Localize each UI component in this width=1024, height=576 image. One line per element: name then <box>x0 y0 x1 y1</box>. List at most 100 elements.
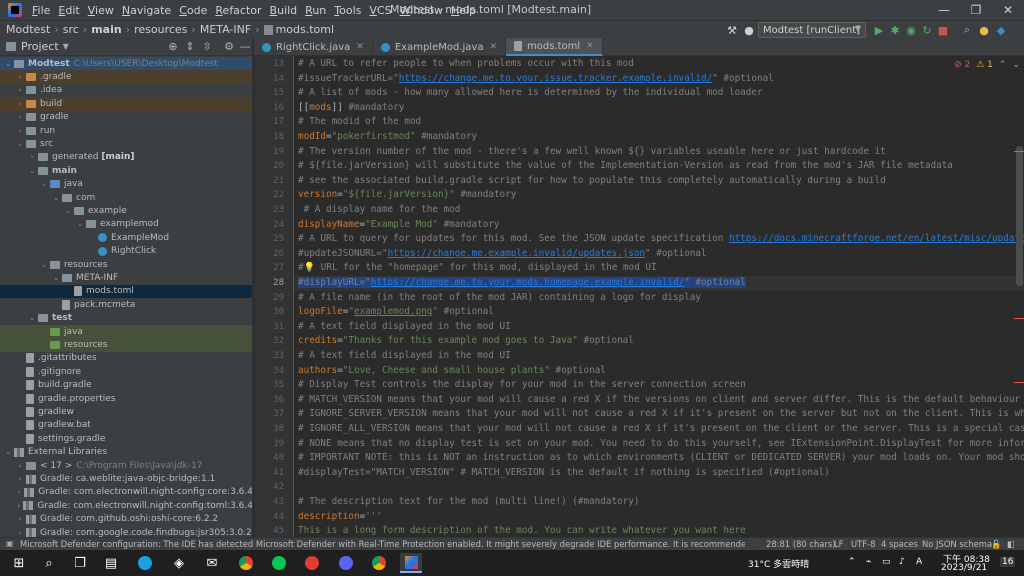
code-line[interactable]: # NONE means that no display test is set… <box>298 437 1024 452</box>
code-line[interactable]: # see the associated build.gradle script… <box>298 174 886 189</box>
breadcrumb-item[interactable]: src <box>63 23 79 36</box>
line-number[interactable]: 21 <box>254 176 284 186</box>
windows-start-icon[interactable]: ⊞ <box>8 553 30 573</box>
store-icon[interactable]: ◈ <box>168 553 190 573</box>
search-icon[interactable]: ⌕ <box>38 553 60 573</box>
restore-button[interactable]: ❐ <box>961 0 991 20</box>
hide-icon[interactable]: — <box>238 40 252 54</box>
code-line[interactable]: # The modid of the mod <box>298 115 421 130</box>
line-app-icon[interactable] <box>268 553 290 573</box>
clock-date[interactable]: 2023/9/21 <box>941 563 987 573</box>
tree-item[interactable]: › Gradle: com.electronwill.night-config:c… <box>0 486 252 499</box>
error-stripe-marker[interactable] <box>1014 151 1024 152</box>
chevron-down-icon[interactable]: ⌄ <box>28 314 36 322</box>
line-number[interactable]: 15 <box>254 88 284 98</box>
chevron-up-icon[interactable]: ⌃ <box>999 60 1007 70</box>
tree-item[interactable]: ⌄ com <box>0 191 252 204</box>
tree-item[interactable]: gradle.properties <box>0 392 252 405</box>
tree-item[interactable]: pack.mcmeta <box>0 298 252 311</box>
tree-item[interactable]: ⌄ main <box>0 164 252 177</box>
line-number[interactable]: 29 <box>254 293 284 303</box>
project-panel-title[interactable]: Project <box>21 40 59 53</box>
build-hammer-icon[interactable]: ⚒ <box>725 23 739 37</box>
minimize-button[interactable]: — <box>929 0 959 20</box>
tree-item[interactable]: › Gradle: com.google.code.findbugs:jsr305… <box>0 526 252 537</box>
code-line[interactable]: This is a long form description of the m… <box>298 524 746 537</box>
discord-icon[interactable] <box>335 553 357 573</box>
tree-item[interactable]: › .gradle <box>0 70 252 84</box>
stop-icon[interactable]: ■ <box>936 23 950 37</box>
chrome-icon[interactable] <box>368 553 390 573</box>
line-number[interactable]: 22 <box>254 190 284 200</box>
edge-icon[interactable] <box>134 553 156 573</box>
line-number[interactable]: 14 <box>254 74 284 84</box>
close-icon[interactable]: ✕ <box>356 42 364 52</box>
chevron-down-icon[interactable]: ⌄ <box>16 140 24 148</box>
close-icon[interactable]: ✕ <box>586 41 594 51</box>
chevron-right-icon[interactable]: › <box>16 73 24 81</box>
line-number[interactable]: 34 <box>254 366 284 376</box>
line-number[interactable]: 42 <box>254 482 284 492</box>
run-icon[interactable]: ▶ <box>872 23 886 37</box>
line-number[interactable]: 27 <box>254 263 284 273</box>
error-stripe-marker[interactable] <box>1014 382 1024 383</box>
search-icon[interactable]: ⌕ <box>960 23 974 37</box>
chevron-down-icon[interactable]: ⌄ <box>40 261 48 269</box>
chevron-right-icon[interactable]: › <box>16 86 24 94</box>
tree-item[interactable]: › .idea <box>0 84 252 97</box>
line-separator[interactable]: LF <box>834 539 843 549</box>
inspection-widget[interactable]: ⊘ 2 ⚠ 1 ⌃ ⌄ <box>954 60 1020 70</box>
tree-item[interactable]: › build <box>0 97 252 111</box>
line-number[interactable]: 26 <box>254 249 284 259</box>
code-line[interactable]: version="${file.jarVersion}" #mandatory <box>298 188 516 203</box>
tray-expand-icon[interactable]: ⌃ <box>848 557 856 567</box>
code-line[interactable]: # A URL to refer people to when problems… <box>298 57 634 72</box>
caret-position[interactable]: 28:81 (80 chars) <box>766 539 836 549</box>
chevron-down-icon[interactable]: ⌄ <box>52 194 60 202</box>
line-number[interactable]: 45 <box>254 526 284 536</box>
tree-item[interactable]: › Gradle: com.github.oshi:oshi-core:6.2.2 <box>0 513 252 526</box>
line-number[interactable]: 41 <box>254 468 284 478</box>
tree-item[interactable]: › gradle <box>0 111 252 124</box>
memory-indicator-icon[interactable]: ◧ <box>1007 539 1015 549</box>
code-line[interactable]: #displayTest="MATCH_VERSION" # MATCH_VER… <box>298 466 830 481</box>
code-line[interactable]: description=''' <box>298 510 382 525</box>
tree-item[interactable]: ⌄ src <box>0 137 252 150</box>
breadcrumb-item[interactable]: mods.toml <box>276 23 334 36</box>
intellij-taskbar-icon[interactable] <box>400 553 422 573</box>
code-line[interactable]: #displayURL="https://change.me.to.your.m… <box>294 276 1024 291</box>
line-number[interactable]: 24 <box>254 220 284 230</box>
tree-item[interactable]: gradlew <box>0 405 252 418</box>
line-number[interactable]: 23 <box>254 205 284 215</box>
chevron-right-icon[interactable]: › <box>16 113 24 121</box>
breadcrumb-item[interactable]: main <box>91 23 122 36</box>
task-view-icon[interactable]: ❐ <box>69 553 91 573</box>
chevron-down-icon[interactable]: ⌄ <box>4 60 12 68</box>
code-line[interactable]: logoFile="examplemod.png" #optional <box>298 305 494 320</box>
tree-item[interactable]: ⌄ Modtest C:\Users\USER\Desktop\Modtest <box>0 57 252 71</box>
code-line[interactable]: # A text field displayed in the mod UI <box>298 349 511 364</box>
code-line[interactable]: # ${file.jarVersion} will substitute the… <box>298 159 953 174</box>
user-icon[interactable]: ● <box>742 23 756 37</box>
line-number[interactable]: 40 <box>254 453 284 463</box>
coverage-icon[interactable]: ◉ <box>904 23 918 37</box>
chevron-down-icon[interactable]: ▼ <box>63 42 69 51</box>
chevron-right-icon[interactable]: › <box>16 488 22 496</box>
tool-window-icon[interactable]: ▣ <box>6 539 14 548</box>
gear-icon[interactable]: ⚙ <box>222 40 236 54</box>
code-line[interactable]: # A URL to query for updates for this mo… <box>298 232 1024 247</box>
media-player-icon[interactable] <box>301 553 323 573</box>
code-line[interactable]: # The version number of the mod - there'… <box>298 145 886 160</box>
chevron-right-icon[interactable]: › <box>16 515 24 523</box>
chevron-right-icon[interactable]: › <box>16 462 24 470</box>
code-line[interactable]: credits="Thanks for this example mod goe… <box>298 334 634 349</box>
tree-item[interactable]: › < 17 > C:\Program Files\Java\jdk-17 <box>0 459 252 472</box>
line-number[interactable]: 30 <box>254 307 284 317</box>
line-number[interactable]: 13 <box>254 59 284 69</box>
indent-setting[interactable]: 4 spaces <box>881 539 918 549</box>
chevron-right-icon[interactable]: › <box>28 153 36 161</box>
tree-item[interactable]: ⌄ test <box>0 312 252 325</box>
tree-item[interactable]: java <box>0 325 252 339</box>
code-line[interactable]: [[mods]] #mandatory <box>298 101 404 116</box>
line-number[interactable]: 33 <box>254 351 284 361</box>
